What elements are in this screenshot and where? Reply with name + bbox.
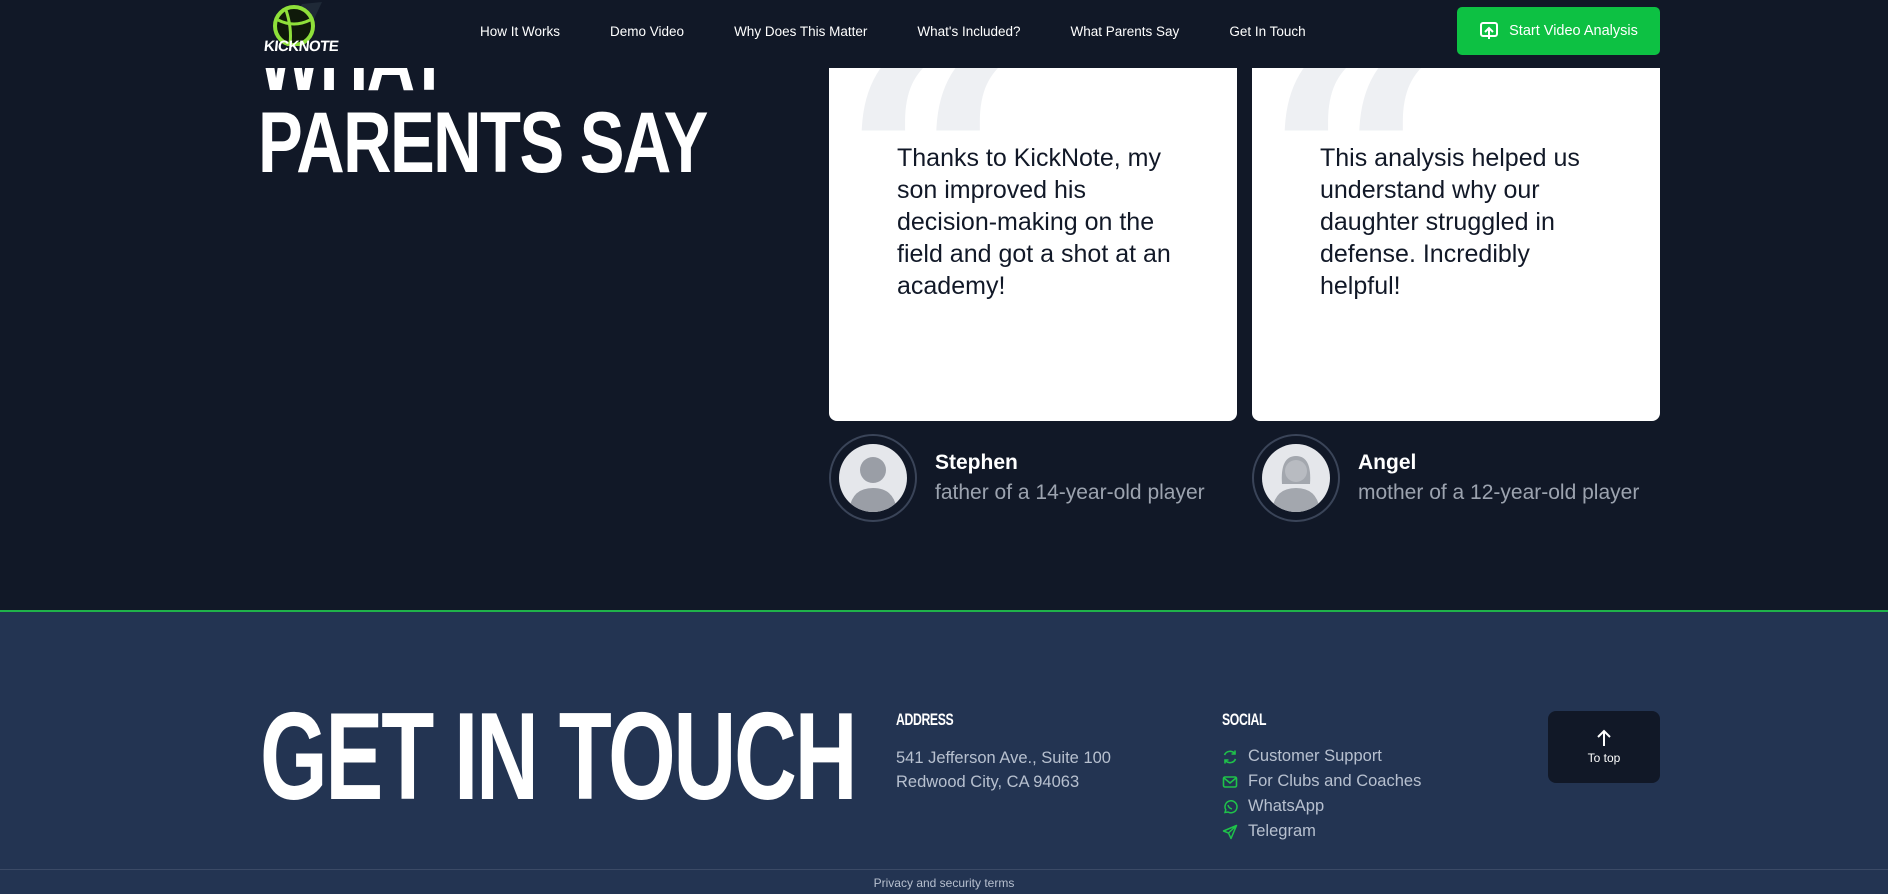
address-line-2: Redwood City, CA 94063 — [896, 773, 1080, 791]
testimonial-author: Stephen father of a 14-year-old player — [829, 434, 1205, 522]
to-top-label: To top — [1587, 751, 1621, 765]
privacy-link[interactable]: Privacy and security terms — [874, 876, 1015, 890]
testimonial-quote: This analysis helped us understand why o… — [1320, 144, 1580, 300]
testimonial-card: “ Thanks to KickNote, my son improved hi… — [829, 60, 1237, 421]
heading-line-2: PARENTS SAY — [258, 95, 708, 191]
social-label: For Clubs and Coaches — [1248, 772, 1422, 790]
kicknote-logo[interactable]: KICKNOTE — [262, 2, 339, 64]
author-name: Stephen — [935, 451, 1018, 474]
social-whatsapp[interactable]: WhatsApp — [1222, 794, 1421, 819]
avatar — [1252, 434, 1340, 522]
female-avatar-icon — [1272, 456, 1320, 512]
nav-what-parents-say[interactable]: What Parents Say — [1071, 24, 1180, 39]
social-telegram[interactable]: Telegram — [1222, 819, 1421, 844]
testimonial-author: Angel mother of a 12-year-old player — [1252, 434, 1639, 522]
telegram-icon — [1222, 824, 1238, 839]
author-role: mother of a 12-year-old player — [1358, 481, 1640, 504]
to-top-button[interactable]: To top — [1548, 711, 1660, 783]
nav-how-it-works[interactable]: How It Works — [480, 24, 560, 39]
social-clubs-and-coaches[interactable]: For Clubs and Coaches — [1222, 769, 1421, 794]
mail-icon — [1222, 775, 1238, 788]
social-customer-support[interactable]: Customer Support — [1222, 744, 1421, 769]
arrow-up-icon — [1597, 729, 1611, 746]
social-label: WhatsApp — [1248, 797, 1325, 815]
address-line-1: 541 Jefferson Ave., Suite 100 — [896, 749, 1111, 767]
site-header: KICKNOTE How It Works Demo Video Why Doe… — [0, 0, 1888, 68]
refresh-icon — [1223, 750, 1237, 763]
upload-icon — [1480, 22, 1499, 39]
footer-bottom-bar: Privacy and security terms — [0, 869, 1888, 894]
testimonial-quote: Thanks to KickNote, my son improved his … — [897, 144, 1171, 300]
logo-text: KICKNOTE — [263, 38, 340, 55]
nav-whats-included[interactable]: What's Included? — [917, 24, 1020, 39]
social-label: Customer Support — [1248, 747, 1382, 765]
footer-title: GET IN TOUCH — [260, 688, 857, 826]
author-role: father of a 14-year-old player — [935, 481, 1205, 504]
whatsapp-icon — [1223, 799, 1238, 813]
main-nav: How It Works Demo Video Why Does This Ma… — [480, 0, 1356, 62]
male-avatar-icon — [849, 457, 897, 512]
nav-get-in-touch[interactable]: Get In Touch — [1229, 24, 1305, 39]
avatar — [829, 434, 917, 522]
cta-label: Start Video Analysis — [1509, 23, 1638, 39]
nav-demo-video[interactable]: Demo Video — [610, 24, 684, 39]
nav-why-does-this-matter[interactable]: Why Does This Matter — [734, 24, 867, 39]
address-heading: ADDRESS — [896, 710, 954, 729]
address: 541 Jefferson Ave., Suite 100 Redwood Ci… — [896, 746, 1111, 794]
author-name: Angel — [1358, 451, 1417, 474]
footer: GET IN TOUCH ADDRESS 541 Jefferson Ave.,… — [0, 610, 1888, 894]
testimonial-card: “ This analysis helped us understand why… — [1252, 60, 1660, 421]
social-label: Telegram — [1248, 822, 1316, 840]
social-links: Customer Support For Clubs and Coaches W… — [1222, 744, 1421, 844]
social-heading: SOCIAL — [1222, 710, 1267, 729]
start-video-analysis-button[interactable]: Start Video Analysis — [1457, 7, 1660, 55]
